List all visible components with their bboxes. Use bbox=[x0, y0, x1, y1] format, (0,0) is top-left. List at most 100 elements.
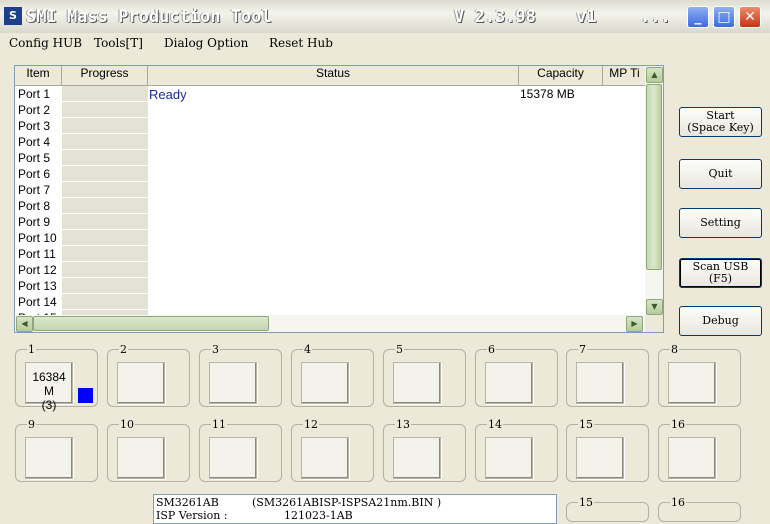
row-port: Port 4 bbox=[18, 135, 51, 149]
column-mp-time[interactable]: MP Ti bbox=[603, 66, 647, 85]
port-card: 4 bbox=[291, 343, 374, 407]
table-row[interactable]: Port 11 bbox=[15, 246, 647, 262]
row-port: Port 12 bbox=[18, 263, 57, 277]
menu-config-hub[interactable]: Config HUB bbox=[9, 36, 82, 50]
row-capacity: 15378 MB bbox=[520, 87, 575, 101]
table-row[interactable]: Port 9 bbox=[15, 214, 647, 230]
title-bar: S SMI Mass Production Tool V 2.3.98 v1 .… bbox=[0, 0, 770, 33]
port-card: 7 bbox=[566, 343, 649, 407]
port-button[interactable] bbox=[576, 437, 624, 479]
close-button[interactable]: ✕ bbox=[739, 6, 761, 28]
port-button[interactable] bbox=[576, 362, 624, 404]
scroll-corner bbox=[645, 315, 663, 332]
port-button[interactable] bbox=[117, 437, 165, 479]
port-button[interactable]: 16384 M (3) bbox=[25, 362, 73, 412]
vertical-scroll-thumb[interactable] bbox=[646, 84, 662, 270]
table-row[interactable]: Port 1 Ready 15378 MB bbox=[15, 86, 647, 102]
row-progress-bar bbox=[62, 294, 148, 310]
scroll-right-icon[interactable]: ▶ bbox=[626, 316, 643, 332]
setting-button[interactable]: Setting bbox=[679, 208, 762, 238]
port-card: 2 bbox=[107, 343, 190, 407]
row-port: Port 7 bbox=[18, 183, 51, 197]
port-button[interactable] bbox=[301, 437, 349, 479]
horizontal-scroll-thumb[interactable] bbox=[33, 316, 269, 331]
table-row[interactable]: Port 8 bbox=[15, 198, 647, 214]
table-row[interactable]: Port 6 bbox=[15, 166, 647, 182]
column-progress[interactable]: Progress bbox=[62, 66, 148, 85]
port-button[interactable] bbox=[393, 362, 441, 404]
row-progress-bar bbox=[62, 198, 148, 214]
port-card: 6 bbox=[475, 343, 558, 407]
row-progress-bar bbox=[62, 86, 148, 102]
horizontal-scrollbar[interactable]: ◀ ▶ bbox=[15, 315, 647, 332]
row-port: Port 9 bbox=[18, 215, 51, 229]
minimize-button[interactable]: _ bbox=[687, 6, 709, 28]
scroll-up-icon[interactable]: ▲ bbox=[646, 67, 663, 83]
start-button[interactable]: Start (Space Key) bbox=[679, 107, 762, 137]
port-button[interactable] bbox=[668, 362, 716, 404]
row-port: Port 14 bbox=[18, 295, 57, 309]
row-port: Port 5 bbox=[18, 151, 51, 165]
port-button[interactable] bbox=[301, 362, 349, 404]
port-list[interactable]: Item Progress Status Capacity MP Ti Port… bbox=[14, 65, 664, 333]
row-progress-bar bbox=[62, 102, 148, 118]
port-card: 14 bbox=[475, 418, 558, 482]
column-capacity[interactable]: Capacity bbox=[519, 66, 603, 85]
close-icon: ✕ bbox=[744, 9, 756, 25]
row-progress-bar bbox=[62, 230, 148, 246]
port-card-extra: 15 bbox=[566, 496, 649, 522]
minimize-icon: _ bbox=[694, 9, 702, 25]
port-button[interactable] bbox=[485, 362, 533, 404]
port-number: 1 bbox=[27, 343, 36, 356]
menu-dialog-option[interactable]: Dialog Option bbox=[164, 36, 248, 50]
quit-button[interactable]: Quit bbox=[679, 159, 762, 189]
port-button[interactable] bbox=[25, 437, 73, 479]
row-progress-bar bbox=[62, 214, 148, 230]
port-card: 11 bbox=[199, 418, 282, 482]
table-row[interactable]: Port 12 bbox=[15, 262, 647, 278]
port-button[interactable] bbox=[209, 437, 257, 479]
row-port: Port 10 bbox=[18, 231, 57, 245]
maximize-button[interactable]: □ bbox=[713, 6, 735, 28]
menu-tools[interactable]: Tools[T] bbox=[94, 36, 143, 50]
port-number: 7 bbox=[578, 343, 587, 356]
app-icon: S bbox=[4, 7, 22, 25]
port-card: 16 bbox=[658, 418, 741, 482]
row-progress-bar bbox=[62, 262, 148, 278]
table-row[interactable]: Port 13 bbox=[15, 278, 647, 294]
port-number: 4 bbox=[303, 343, 312, 356]
port-number: 6 bbox=[487, 343, 496, 356]
scroll-left-icon[interactable]: ◀ bbox=[16, 316, 33, 332]
vertical-scrollbar[interactable]: ▲ ▼ bbox=[645, 66, 663, 316]
port-number: 10 bbox=[119, 418, 135, 431]
port-button[interactable] bbox=[117, 362, 165, 404]
table-row[interactable]: Port 10 bbox=[15, 230, 647, 246]
row-port: Port 2 bbox=[18, 103, 51, 117]
table-row[interactable]: Port 2 bbox=[15, 102, 647, 118]
table-row[interactable]: Port 5 bbox=[15, 150, 647, 166]
row-port: Port 11 bbox=[18, 247, 56, 261]
port-card: 5 bbox=[383, 343, 466, 407]
port-button[interactable] bbox=[485, 437, 533, 479]
port-number: 12 bbox=[303, 418, 319, 431]
row-progress-bar bbox=[62, 118, 148, 134]
menu-reset-hub[interactable]: Reset Hub bbox=[269, 36, 333, 50]
table-row[interactable]: Port 4 bbox=[15, 134, 647, 150]
row-port: Port 1 bbox=[18, 87, 51, 101]
port-button[interactable] bbox=[668, 437, 716, 479]
port-button[interactable] bbox=[393, 437, 441, 479]
table-row[interactable]: Port 14 bbox=[15, 294, 647, 310]
column-status[interactable]: Status bbox=[148, 66, 519, 85]
debug-button[interactable]: Debug bbox=[679, 306, 762, 336]
scan-usb-button[interactable]: Scan USB (F5) bbox=[679, 258, 762, 288]
info-isp-label: ISP Version : bbox=[156, 509, 228, 522]
port-number: 5 bbox=[395, 343, 404, 356]
menu-bar: Config HUB Tools[T] Dialog Option Reset … bbox=[0, 33, 770, 53]
column-item[interactable]: Item bbox=[15, 66, 62, 85]
scroll-down-icon[interactable]: ▼ bbox=[646, 299, 663, 315]
port-button[interactable] bbox=[209, 362, 257, 404]
row-status: Ready bbox=[149, 87, 187, 102]
row-progress-bar bbox=[62, 166, 148, 182]
table-row[interactable]: Port 3 bbox=[15, 118, 647, 134]
table-row[interactable]: Port 7 bbox=[15, 182, 647, 198]
